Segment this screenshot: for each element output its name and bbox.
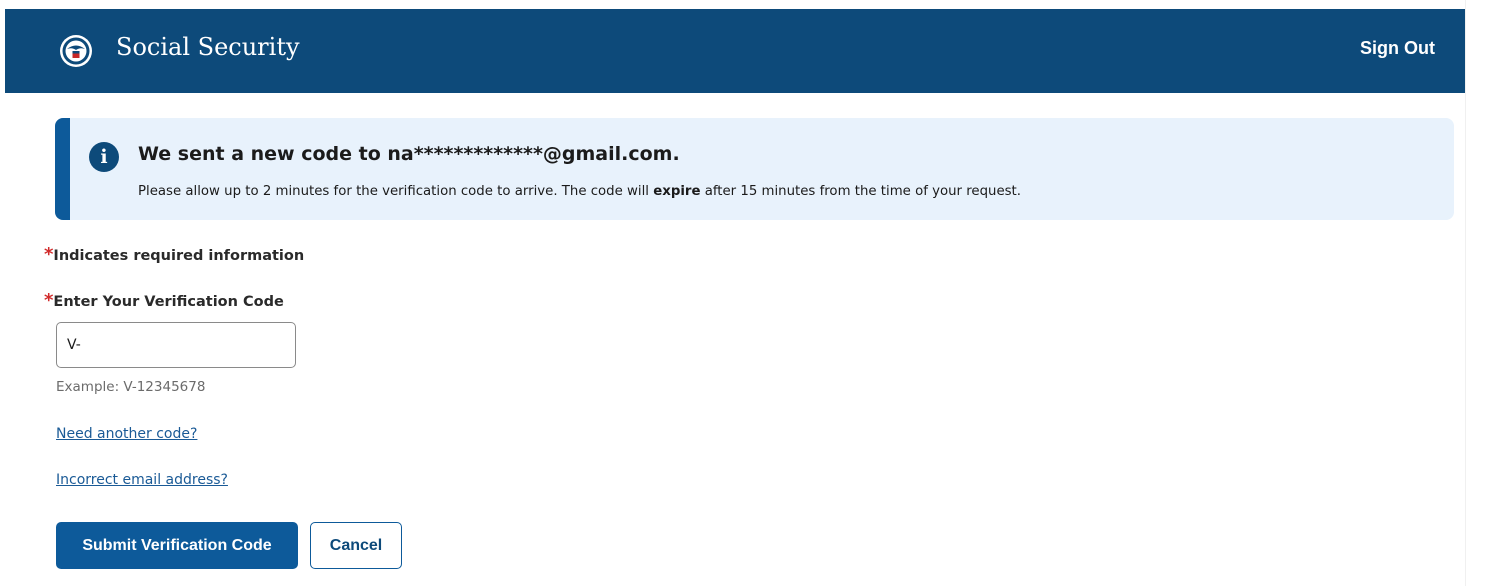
submit-verification-code-button[interactable]: Submit Verification Code xyxy=(56,522,298,569)
need-another-code-link[interactable]: Need another code? xyxy=(56,426,197,442)
verification-code-label-text: Enter Your Verification Code xyxy=(53,294,284,310)
info-alert: i We sent a new code to na*************@… xyxy=(55,118,1454,220)
alert-title: We sent a new code to na*************@gm… xyxy=(138,143,680,165)
page: Social Security Sign Out i We sent a new… xyxy=(0,0,1489,586)
alert-accent-bar xyxy=(55,118,70,220)
page-edge-divider xyxy=(1465,0,1466,586)
site-header: Social Security Sign Out xyxy=(5,9,1465,93)
alert-body-start: Please allow up to 2 minutes for the ver… xyxy=(138,184,654,199)
required-info-note: *Indicates required information xyxy=(44,246,305,265)
incorrect-email-link[interactable]: Incorrect email address? xyxy=(56,472,228,488)
required-note-text: Indicates required information xyxy=(53,248,305,264)
alert-body-end: after 15 minutes from the time of your r… xyxy=(700,184,1022,199)
site-title: Social Security xyxy=(116,33,300,61)
required-asterisk: * xyxy=(44,244,54,265)
verification-code-label: *Enter Your Verification Code xyxy=(44,292,284,311)
info-icon: i xyxy=(89,142,119,172)
cancel-button[interactable]: Cancel xyxy=(310,522,402,569)
required-asterisk: * xyxy=(44,290,54,311)
verification-code-input[interactable] xyxy=(56,322,296,368)
alert-body: Please allow up to 2 minutes for the ver… xyxy=(138,184,1021,199)
ssa-seal-icon xyxy=(60,35,92,67)
alert-body-emphasis: expire xyxy=(653,184,701,199)
sign-out-link[interactable]: Sign Out xyxy=(1360,38,1435,59)
verification-code-hint: Example: V-12345678 xyxy=(56,379,206,395)
